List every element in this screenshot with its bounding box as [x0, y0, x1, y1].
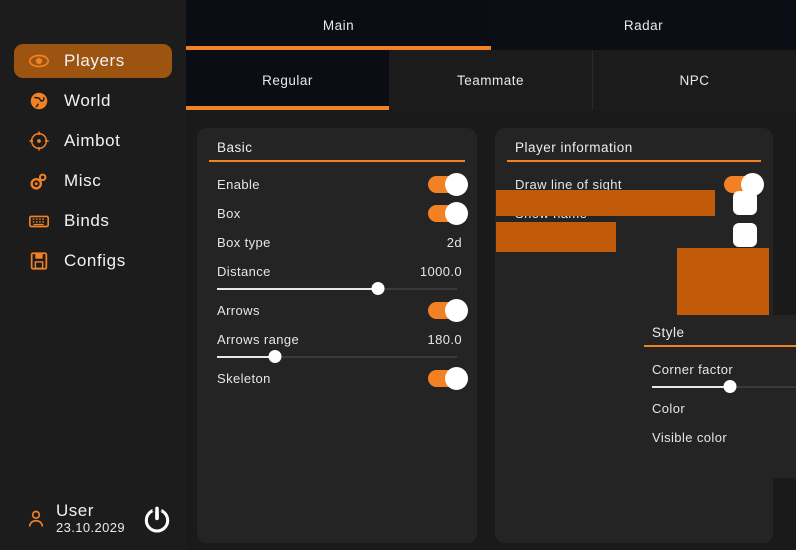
- panel-rule: [209, 160, 465, 162]
- row-label: Arrows: [217, 303, 260, 318]
- tab-label: NPC: [679, 72, 710, 88]
- globe-icon: [28, 90, 50, 112]
- app-window: Players World Aimbot Misc Binds Configs …: [0, 0, 796, 550]
- panel-title: Player information: [515, 140, 633, 155]
- highlight-block-show-name: [496, 190, 715, 216]
- show-name-checkbox[interactable]: [733, 191, 757, 215]
- row-checkbox[interactable]: [733, 223, 757, 247]
- tab-teammate[interactable]: Teammate: [389, 50, 593, 110]
- panel-rule: [507, 160, 761, 162]
- sidebar-item-configs[interactable]: Configs: [14, 244, 172, 278]
- row-label: Color: [652, 401, 686, 416]
- row-arrows: Arrows: [208, 296, 468, 325]
- tab-label: Radar: [623, 17, 664, 33]
- arrows-range-slider[interactable]: [217, 350, 457, 364]
- gears-icon: [28, 170, 50, 192]
- tab-regular[interactable]: Regular: [186, 50, 389, 110]
- slider-knob[interactable]: [371, 282, 385, 295]
- row-skeleton: Skeleton: [208, 364, 468, 393]
- panel-title: Basic: [217, 140, 253, 155]
- box-toggle[interactable]: [428, 202, 468, 225]
- slider-fill: [217, 288, 378, 290]
- corner-factor-slider[interactable]: [652, 380, 796, 394]
- slider-knob[interactable]: [723, 380, 737, 393]
- slider-knob[interactable]: [268, 350, 282, 363]
- slider-fill: [217, 356, 275, 358]
- tab-label: Teammate: [456, 72, 525, 88]
- row-label: Enable: [217, 177, 260, 192]
- tab-main[interactable]: Main: [186, 0, 491, 50]
- row-label: Distance: [217, 264, 271, 279]
- row-enable: Enable: [208, 170, 468, 199]
- toggle-knob: [445, 299, 468, 322]
- user-name: User: [56, 501, 94, 520]
- arrows-range-value[interactable]: 180.0: [427, 332, 464, 347]
- slider-fill: [652, 386, 730, 388]
- crosshair-icon: [28, 130, 50, 152]
- tab-label: Regular: [262, 72, 313, 88]
- panel-rule: [644, 345, 796, 347]
- secondary-tabs: Regular Teammate NPC: [186, 50, 796, 110]
- keyboard-icon: [28, 210, 50, 232]
- row-label: Skeleton: [217, 371, 271, 386]
- distance-value[interactable]: 1000.0: [420, 264, 464, 279]
- sidebar-item-misc[interactable]: Misc: [14, 164, 172, 198]
- sidebar-item-label: Misc: [64, 171, 102, 190]
- row-label: Arrows range: [217, 332, 300, 347]
- user-block: User 23.10.2029: [0, 501, 186, 536]
- panels-container: Basic Enable Box Box type 2d Distance 10…: [186, 110, 796, 550]
- power-icon[interactable]: [141, 503, 173, 535]
- content-area: Main Radar Regular Teammate NPC Basic En…: [186, 0, 796, 550]
- user-icon: [26, 507, 46, 531]
- row-label: Box type: [217, 235, 271, 250]
- sidebar-item-label: Binds: [64, 211, 110, 230]
- enable-toggle[interactable]: [428, 173, 468, 196]
- box-type-value[interactable]: 2d: [447, 235, 464, 250]
- sidebar: Players World Aimbot Misc Binds Configs …: [0, 0, 186, 550]
- row-label: Corner factor: [652, 362, 734, 377]
- popup-title: Style: [652, 325, 685, 340]
- style-popup: Style Corner factor 0.400 Color Visible …: [632, 315, 796, 478]
- tab-npc[interactable]: NPC: [593, 50, 796, 110]
- row-box: Box: [208, 199, 468, 228]
- floppy-icon: [28, 250, 50, 272]
- primary-tabs: Main Radar: [186, 0, 796, 50]
- sidebar-item-label: World: [64, 91, 112, 110]
- sidebar-item-aimbot[interactable]: Aimbot: [14, 124, 172, 158]
- highlight-block-row: [496, 222, 616, 252]
- sidebar-item-label: Aimbot: [64, 131, 121, 150]
- row-label: Box: [217, 206, 241, 221]
- toggle-knob: [445, 173, 468, 196]
- sidebar-item-players[interactable]: Players: [14, 44, 172, 78]
- toggle-knob: [445, 202, 468, 225]
- basic-panel: Basic Enable Box Box type 2d Distance 10…: [197, 128, 477, 543]
- arrows-toggle[interactable]: [428, 299, 468, 322]
- user-date: 23.10.2029: [56, 520, 126, 535]
- skeleton-toggle[interactable]: [428, 367, 468, 390]
- eye-icon: [28, 50, 50, 72]
- tab-label: Main: [322, 17, 355, 33]
- sidebar-item-world[interactable]: World: [14, 84, 172, 118]
- user-info: User 23.10.2029: [56, 501, 125, 536]
- sidebar-item-binds[interactable]: Binds: [14, 204, 172, 238]
- sidebar-item-label: Players: [64, 51, 125, 70]
- row-color: Color: [643, 394, 796, 423]
- tab-radar[interactable]: Radar: [491, 0, 796, 50]
- distance-slider[interactable]: [217, 282, 457, 296]
- row-label: Visible color: [652, 430, 728, 445]
- sidebar-item-label: Configs: [64, 251, 126, 270]
- toggle-knob: [445, 367, 468, 390]
- row-box-type[interactable]: Box type 2d: [208, 228, 466, 257]
- row-visible-color: Visible color: [643, 423, 796, 452]
